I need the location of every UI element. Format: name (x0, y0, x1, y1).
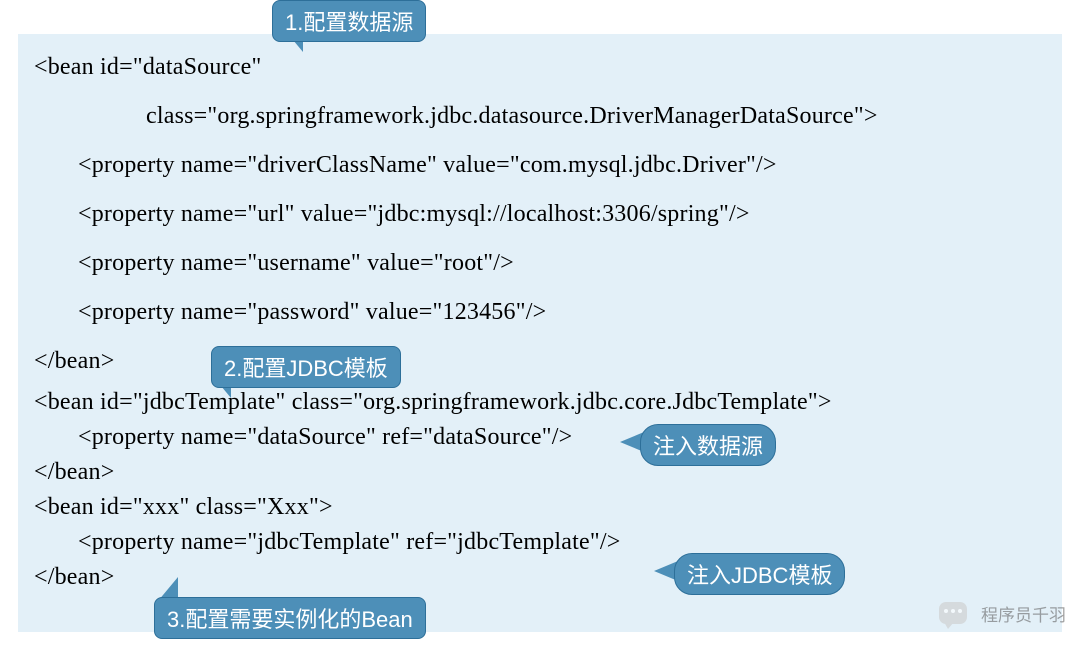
code-l7: </bean> (34, 348, 1046, 375)
code-l4: <property name="url" value="jdbc:mysql:/… (34, 201, 1046, 228)
code-l9: <property name="dataSource" ref="dataSou… (34, 424, 1046, 451)
code-l13: </bean> (34, 564, 1046, 591)
code-l6: <property name="password" value="123456"… (34, 299, 1046, 326)
callout-2-config-jdbc-template: 2.配置JDBC模板 (211, 346, 401, 388)
code-l3: <property name="driverClassName" value="… (34, 152, 1046, 179)
watermark: 程序员千羽 (939, 599, 1066, 627)
watermark-text: 程序员千羽 (981, 601, 1066, 626)
code-l12: <property name="jdbcTemplate" ref="jdbcT… (34, 529, 1046, 556)
code-l8: <bean id="jdbcTemplate" class="org.sprin… (34, 389, 1046, 416)
code-l11: <bean id="xxx" class="Xxx"> (34, 494, 1046, 521)
code-block: <bean id="dataSource" class="org.springf… (18, 34, 1062, 632)
code-l2: class="org.springframework.jdbc.datasour… (34, 103, 1046, 130)
callout-1-config-datasource: 1.配置数据源 (272, 0, 426, 42)
code-l5: <property name="username" value="root"/> (34, 250, 1046, 277)
wechat-icon (939, 599, 973, 627)
callout-4-inject-jdbc-template: 注入JDBC模板 (674, 553, 845, 595)
code-l1: <bean id="dataSource" (34, 54, 1046, 81)
callout-3-inject-datasource: 注入数据源 (640, 424, 776, 466)
code-l10: </bean> (34, 459, 1046, 486)
callout-5-config-instantiated-bean: 3.配置需要实例化的Bean (154, 597, 426, 639)
